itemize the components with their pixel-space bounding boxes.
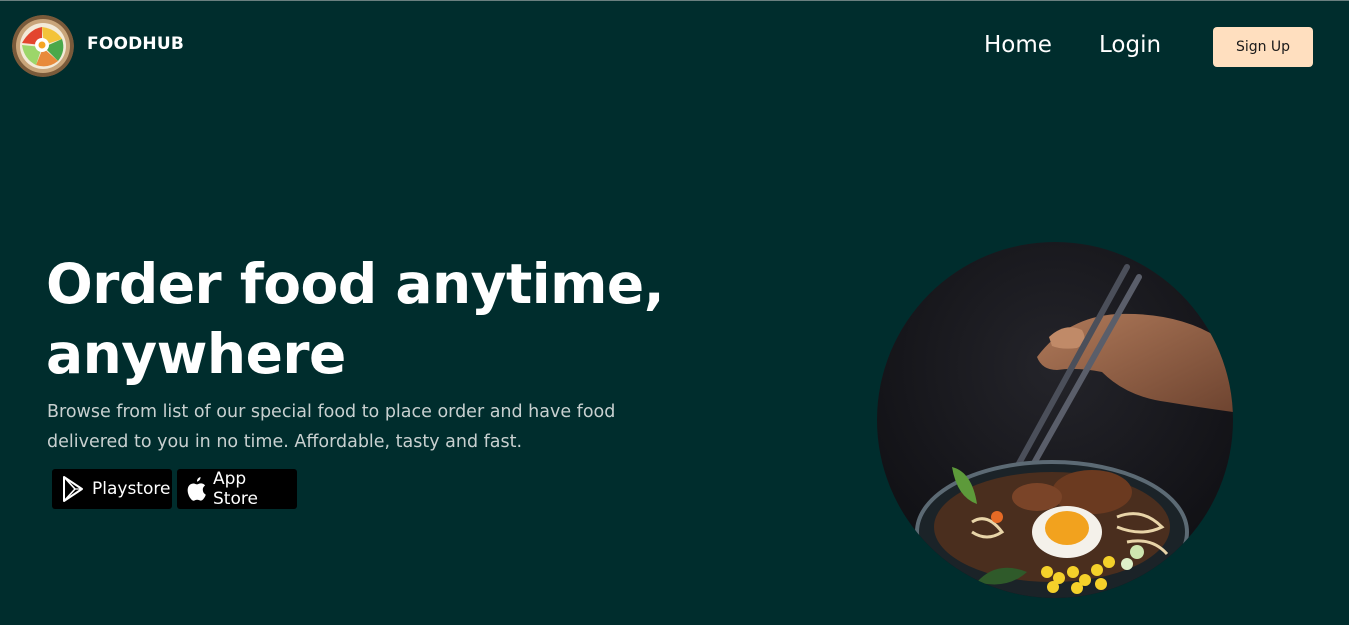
brand-logo[interactable] [12,15,74,77]
playstore-label: Playstore [92,479,171,499]
hero-title: Order food anytime, anywhere [46,249,686,389]
ramen-bowl-with-chopsticks-image [877,242,1233,598]
hero-subtitle: Browse from list of our special food to … [47,402,616,452]
food-bowl-logo-icon [12,15,74,77]
signup-button[interactable]: Sign Up [1213,27,1313,67]
hero-title-line2: anywhere [46,322,346,386]
google-play-icon [63,476,83,502]
hero-title-line1: Order food anytime, [46,252,665,316]
apple-icon [187,477,206,501]
appstore-button[interactable]: App Store [177,469,297,509]
nav-home-link[interactable]: Home [984,32,1052,58]
playstore-button[interactable]: Playstore [52,469,172,509]
brand-name: FOODHUB [87,34,185,54]
appstore-label: App Store [213,469,258,509]
hero-food-image [877,242,1233,598]
nav-login-link[interactable]: Login [1099,32,1161,58]
